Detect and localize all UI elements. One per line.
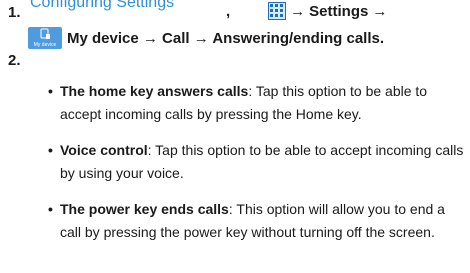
step-number-2: 2. bbox=[8, 52, 21, 69]
option-term: The power key ends calls bbox=[60, 201, 229, 217]
bullet-dot: • bbox=[48, 83, 53, 99]
option-power-key-ends: • The power key ends calls: This option … bbox=[48, 198, 465, 244]
step-1-line-1: , → Settings → bbox=[226, 2, 387, 20]
apps-grid-icon bbox=[268, 2, 287, 20]
my-device-icon-caption: My device bbox=[33, 42, 57, 48]
step-1-comma: , bbox=[226, 2, 231, 20]
step-1-arrow-2: → bbox=[372, 2, 388, 20]
bullet-dot: • bbox=[48, 201, 53, 217]
option-term: The home key answers calls bbox=[60, 83, 249, 99]
step-1-settings-label: Settings bbox=[309, 2, 369, 20]
step-1-path: My device → Call → Answering/ending call… bbox=[67, 29, 385, 47]
option-term: Voice control bbox=[60, 142, 148, 158]
option-home-key-answers: • The home key answers calls: Tap this o… bbox=[48, 80, 465, 126]
header-link[interactable]: Configuring Settings bbox=[30, 0, 174, 12]
bullet-dot: • bbox=[48, 142, 53, 158]
option-voice-control: • Voice control: Tap this option to be a… bbox=[48, 139, 465, 185]
step-1-line-2: My device My device → Call → Answering/e… bbox=[28, 27, 384, 49]
step-1-arrow: → bbox=[290, 2, 306, 20]
step-number-1: 1. bbox=[8, 4, 21, 21]
my-device-icon: My device bbox=[28, 27, 62, 49]
